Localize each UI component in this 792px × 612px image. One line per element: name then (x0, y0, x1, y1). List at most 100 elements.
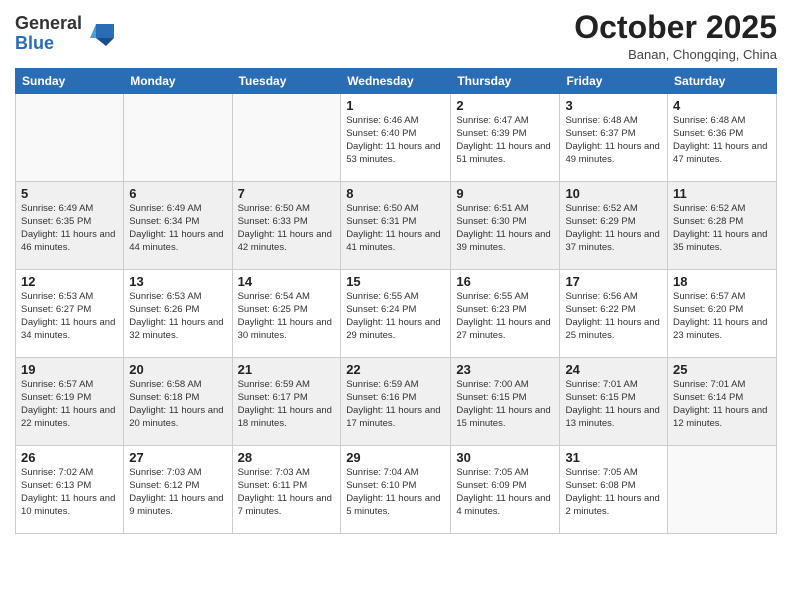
day-header-tuesday: Tuesday (232, 69, 341, 94)
day-info: Sunrise: 6:48 AM Sunset: 6:37 PM Dayligh… (565, 115, 662, 166)
day-info: Sunrise: 7:05 AM Sunset: 6:08 PM Dayligh… (565, 467, 662, 518)
day-number: 13 (129, 274, 226, 289)
calendar-cell: 11 Sunrise: 6:52 AM Sunset: 6:28 PM Dayli… (668, 182, 777, 270)
day-info: Sunrise: 6:46 AM Sunset: 6:40 PM Dayligh… (346, 115, 445, 166)
day-number: 15 (346, 274, 445, 289)
day-info: Sunrise: 6:47 AM Sunset: 6:39 PM Dayligh… (456, 115, 554, 166)
calendar-cell: 3 Sunrise: 6:48 AM Sunset: 6:37 PM Daylig… (560, 94, 668, 182)
day-header-sunday: Sunday (16, 69, 124, 94)
day-number: 30 (456, 450, 554, 465)
day-header-friday: Friday (560, 69, 668, 94)
day-number: 5 (21, 186, 118, 201)
calendar-week-row: 1 Sunrise: 6:46 AM Sunset: 6:40 PM Daylig… (16, 94, 777, 182)
day-info: Sunrise: 7:01 AM Sunset: 6:14 PM Dayligh… (673, 379, 771, 430)
calendar-cell: 23Sunrise: 7:00 AM Sunset: 6:15 PM Dayli… (451, 358, 560, 446)
day-number: 29 (346, 450, 445, 465)
day-number: 12 (21, 274, 118, 289)
day-number: 24 (565, 362, 662, 377)
calendar-cell: 25 Sunrise: 7:01 AM Sunset: 6:14 PM Dayli… (668, 358, 777, 446)
logo-general-text: General (15, 13, 82, 33)
day-info: Sunrise: 6:49 AM Sunset: 6:34 PM Dayligh… (129, 203, 226, 254)
day-number: 2 (456, 98, 554, 113)
day-number: 21 (238, 362, 336, 377)
calendar-cell: 19Sunrise: 6:57 AM Sunset: 6:19 PM Dayli… (16, 358, 124, 446)
day-number: 16 (456, 274, 554, 289)
calendar-cell: 29 Sunrise: 7:04 AM Sunset: 6:10 PM Dayli… (341, 446, 451, 534)
calendar-cell: 10Sunrise: 6:52 AM Sunset: 6:29 PM Dayli… (560, 182, 668, 270)
day-number: 18 (673, 274, 771, 289)
calendar-cell: 21 Sunrise: 6:59 AM Sunset: 6:17 PM Dayli… (232, 358, 341, 446)
day-info: Sunrise: 6:59 AM Sunset: 6:17 PM Dayligh… (238, 379, 336, 430)
calendar-cell: 31 Sunrise: 7:05 AM Sunset: 6:08 PM Dayli… (560, 446, 668, 534)
calendar-cell: 16 Sunrise: 6:55 AM Sunset: 6:23 PM Dayli… (451, 270, 560, 358)
day-info: Sunrise: 7:03 AM Sunset: 6:11 PM Dayligh… (238, 467, 336, 518)
calendar-cell: 1 Sunrise: 6:46 AM Sunset: 6:40 PM Daylig… (341, 94, 451, 182)
day-number: 4 (673, 98, 771, 113)
calendar-cell: 7Sunrise: 6:50 AM Sunset: 6:33 PM Daylig… (232, 182, 341, 270)
month-title: October 2025 (574, 10, 777, 45)
header: General Blue October 2025 Banan, Chongqi… (15, 10, 777, 62)
day-info: Sunrise: 6:57 AM Sunset: 6:19 PM Dayligh… (21, 379, 118, 430)
day-header-saturday: Saturday (668, 69, 777, 94)
day-number: 7 (238, 186, 336, 201)
day-number: 14 (238, 274, 336, 289)
day-number: 9 (456, 186, 554, 201)
day-number: 6 (129, 186, 226, 201)
day-info: Sunrise: 6:49 AM Sunset: 6:35 PM Dayligh… (21, 203, 118, 254)
calendar-cell: 12Sunrise: 6:53 AM Sunset: 6:27 PM Dayli… (16, 270, 124, 358)
title-block: October 2025 Banan, Chongqing, China (574, 10, 777, 62)
calendar-cell: 8 Sunrise: 6:50 AM Sunset: 6:31 PM Daylig… (341, 182, 451, 270)
calendar-week-row: 5 Sunrise: 6:49 AM Sunset: 6:35 PM Daylig… (16, 182, 777, 270)
day-info: Sunrise: 7:02 AM Sunset: 6:13 PM Dayligh… (21, 467, 118, 518)
calendar-week-row: 26Sunrise: 7:02 AM Sunset: 6:13 PM Dayli… (16, 446, 777, 534)
day-info: Sunrise: 6:55 AM Sunset: 6:23 PM Dayligh… (456, 291, 554, 342)
calendar-week-row: 19Sunrise: 6:57 AM Sunset: 6:19 PM Dayli… (16, 358, 777, 446)
calendar-cell: 14Sunrise: 6:54 AM Sunset: 6:25 PM Dayli… (232, 270, 341, 358)
day-number: 25 (673, 362, 771, 377)
day-info: Sunrise: 6:58 AM Sunset: 6:18 PM Dayligh… (129, 379, 226, 430)
logo-icon (86, 20, 114, 48)
calendar-cell (232, 94, 341, 182)
day-info: Sunrise: 6:48 AM Sunset: 6:36 PM Dayligh… (673, 115, 771, 166)
day-number: 8 (346, 186, 445, 201)
day-header-thursday: Thursday (451, 69, 560, 94)
calendar-cell: 24Sunrise: 7:01 AM Sunset: 6:15 PM Dayli… (560, 358, 668, 446)
day-info: Sunrise: 7:05 AM Sunset: 6:09 PM Dayligh… (456, 467, 554, 518)
calendar-cell: 13 Sunrise: 6:53 AM Sunset: 6:26 PM Dayli… (124, 270, 232, 358)
day-header-wednesday: Wednesday (341, 69, 451, 94)
calendar-cell: 30 Sunrise: 7:05 AM Sunset: 6:09 PM Dayli… (451, 446, 560, 534)
calendar-cell: 28 Sunrise: 7:03 AM Sunset: 6:11 PM Dayli… (232, 446, 341, 534)
day-info: Sunrise: 6:51 AM Sunset: 6:30 PM Dayligh… (456, 203, 554, 254)
logo-blue-text: Blue (15, 33, 54, 53)
day-number: 28 (238, 450, 336, 465)
calendar-cell: 5 Sunrise: 6:49 AM Sunset: 6:35 PM Daylig… (16, 182, 124, 270)
day-number: 10 (565, 186, 662, 201)
day-info: Sunrise: 6:50 AM Sunset: 6:31 PM Dayligh… (346, 203, 445, 254)
calendar-header-row: SundayMondayTuesdayWednesdayThursdayFrid… (16, 69, 777, 94)
day-header-monday: Monday (124, 69, 232, 94)
day-info: Sunrise: 6:57 AM Sunset: 6:20 PM Dayligh… (673, 291, 771, 342)
day-info: Sunrise: 7:00 AM Sunset: 6:15 PM Dayligh… (456, 379, 554, 430)
location: Banan, Chongqing, China (574, 47, 777, 62)
day-info: Sunrise: 6:53 AM Sunset: 6:26 PM Dayligh… (129, 291, 226, 342)
day-number: 3 (565, 98, 662, 113)
day-info: Sunrise: 6:59 AM Sunset: 6:16 PM Dayligh… (346, 379, 445, 430)
day-info: Sunrise: 7:04 AM Sunset: 6:10 PM Dayligh… (346, 467, 445, 518)
day-info: Sunrise: 6:52 AM Sunset: 6:28 PM Dayligh… (673, 203, 771, 254)
calendar-cell: 2 Sunrise: 6:47 AM Sunset: 6:39 PM Daylig… (451, 94, 560, 182)
calendar-cell: 6 Sunrise: 6:49 AM Sunset: 6:34 PM Daylig… (124, 182, 232, 270)
day-info: Sunrise: 6:55 AM Sunset: 6:24 PM Dayligh… (346, 291, 445, 342)
calendar-cell: 20Sunrise: 6:58 AM Sunset: 6:18 PM Dayli… (124, 358, 232, 446)
day-number: 31 (565, 450, 662, 465)
calendar-cell: 18 Sunrise: 6:57 AM Sunset: 6:20 PM Dayli… (668, 270, 777, 358)
calendar-cell (668, 446, 777, 534)
day-number: 11 (673, 186, 771, 201)
calendar-cell: 26Sunrise: 7:02 AM Sunset: 6:13 PM Dayli… (16, 446, 124, 534)
page: General Blue October 2025 Banan, Chongqi… (0, 0, 792, 612)
day-number: 17 (565, 274, 662, 289)
day-number: 27 (129, 450, 226, 465)
day-number: 1 (346, 98, 445, 113)
calendar-cell: 4 Sunrise: 6:48 AM Sunset: 6:36 PM Daylig… (668, 94, 777, 182)
calendar-cell: 27Sunrise: 7:03 AM Sunset: 6:12 PM Dayli… (124, 446, 232, 534)
calendar-table: SundayMondayTuesdayWednesdayThursdayFrid… (15, 68, 777, 534)
